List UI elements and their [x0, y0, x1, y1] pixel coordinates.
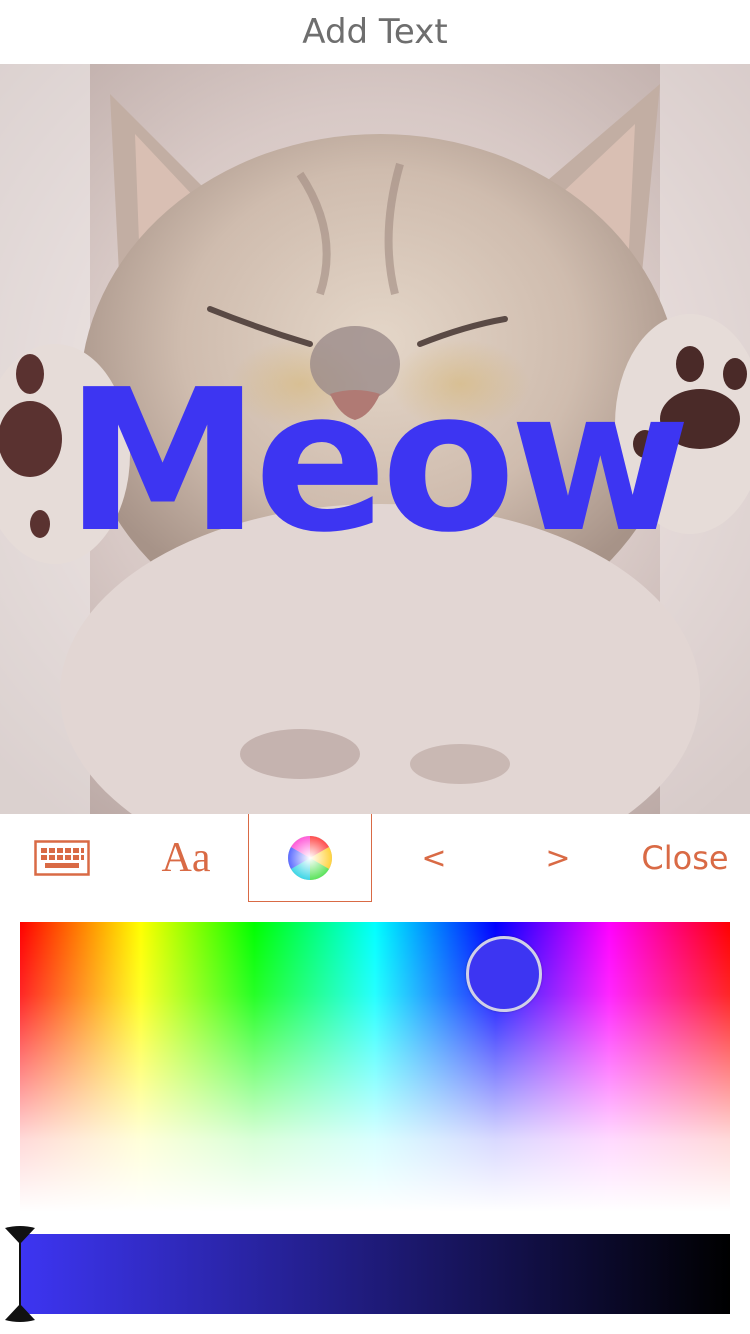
overlay-text[interactable]: Meow: [0, 364, 750, 560]
page-title: Add Text: [302, 12, 448, 52]
photo-canvas[interactable]: Meow: [0, 64, 750, 814]
previous-button[interactable]: <: [372, 814, 496, 902]
nav-bar: Add Text: [0, 0, 750, 64]
color-button[interactable]: [248, 814, 372, 902]
color-picker-knob[interactable]: [466, 936, 542, 1012]
next-label: >: [545, 840, 571, 876]
close-button[interactable]: Close: [620, 814, 750, 902]
font-label: Aa: [161, 835, 211, 881]
color-wheel-icon: [288, 835, 332, 880]
next-button[interactable]: >: [496, 814, 620, 902]
close-label: Close: [641, 839, 729, 877]
editor-toolbar: Aa < > Close: [0, 814, 750, 902]
keyboard-icon: [34, 840, 90, 876]
color-spectrum-picker[interactable]: [20, 922, 730, 1212]
font-button[interactable]: Aa: [124, 814, 248, 902]
saturation-fade: [20, 922, 730, 1212]
brightness-slider[interactable]: [20, 1234, 730, 1314]
previous-label: <: [421, 840, 447, 876]
keyboard-button[interactable]: [0, 814, 124, 902]
brightness-slider-thumb[interactable]: [4, 1226, 36, 1322]
